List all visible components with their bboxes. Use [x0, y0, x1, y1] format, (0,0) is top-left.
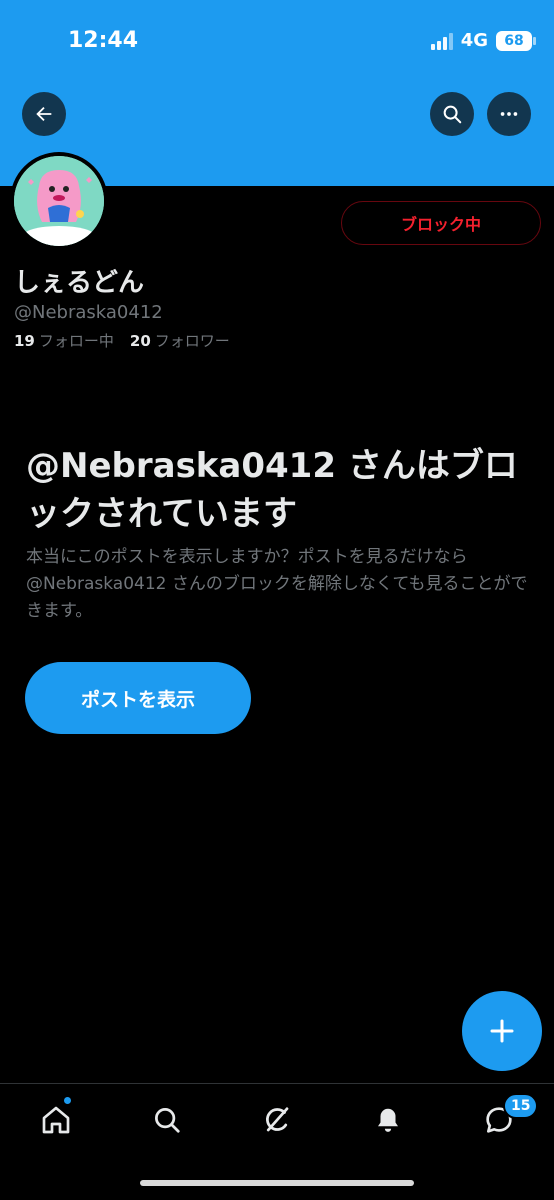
battery-icon: 68 — [496, 30, 536, 51]
display-name: しぇるどん — [14, 268, 145, 298]
followers-link[interactable]: 20 フォロワー — [130, 330, 230, 351]
arrow-left-icon — [36, 106, 52, 122]
messages-badge: 15 — [503, 1093, 539, 1119]
avatar-image — [14, 156, 104, 246]
back-button[interactable] — [22, 92, 66, 136]
search-icon — [155, 1108, 180, 1133]
blocked-button[interactable]: ブロック中 — [341, 201, 541, 245]
followers-label: フォロワー — [154, 332, 230, 350]
blocked-headline: @Nebraska0412 さんはブロックされています — [26, 446, 518, 534]
network-type: 4G — [460, 30, 488, 51]
search-icon — [443, 105, 462, 124]
grok-icon — [266, 1107, 289, 1132]
follow-stats: 19 フォロー中 20 フォロワー — [14, 330, 230, 351]
more-button[interactable] — [487, 92, 531, 136]
plus-icon — [490, 1019, 514, 1043]
following-label: フォロー中 — [38, 332, 114, 350]
following-count: 19 — [14, 332, 35, 350]
tab-home[interactable] — [34, 1098, 78, 1142]
blocked-description: 本当にこのポストを表示しますか？ポストを見るだけなら @Nebraska0412… — [26, 547, 528, 621]
compose-button[interactable] — [462, 991, 542, 1071]
view-posts-button[interactable]: ポストを表示 — [25, 662, 251, 734]
home-indicator — [140, 1180, 414, 1186]
avatar[interactable] — [10, 152, 108, 250]
status-bar: 12:44 4G 68 — [0, 0, 554, 80]
followers-count: 20 — [129, 332, 151, 350]
tab-search[interactable] — [145, 1098, 189, 1142]
following-link[interactable]: 19 フォロー中 — [14, 330, 114, 351]
search-button[interactable] — [430, 92, 474, 136]
tab-notifications[interactable] — [366, 1098, 410, 1142]
user-handle: @Nebraska0412 — [14, 302, 163, 323]
bell-icon — [378, 1108, 398, 1132]
battery-level: 68 — [504, 32, 524, 49]
status-time: 12:44 — [68, 28, 139, 53]
tab-grok[interactable] — [255, 1098, 299, 1142]
signal-icon — [430, 32, 453, 50]
home-unread-dot — [63, 1096, 72, 1105]
home-icon — [42, 1106, 70, 1134]
status-indicators: 4G 68 — [430, 30, 536, 51]
more-horizontal-icon — [500, 112, 518, 116]
